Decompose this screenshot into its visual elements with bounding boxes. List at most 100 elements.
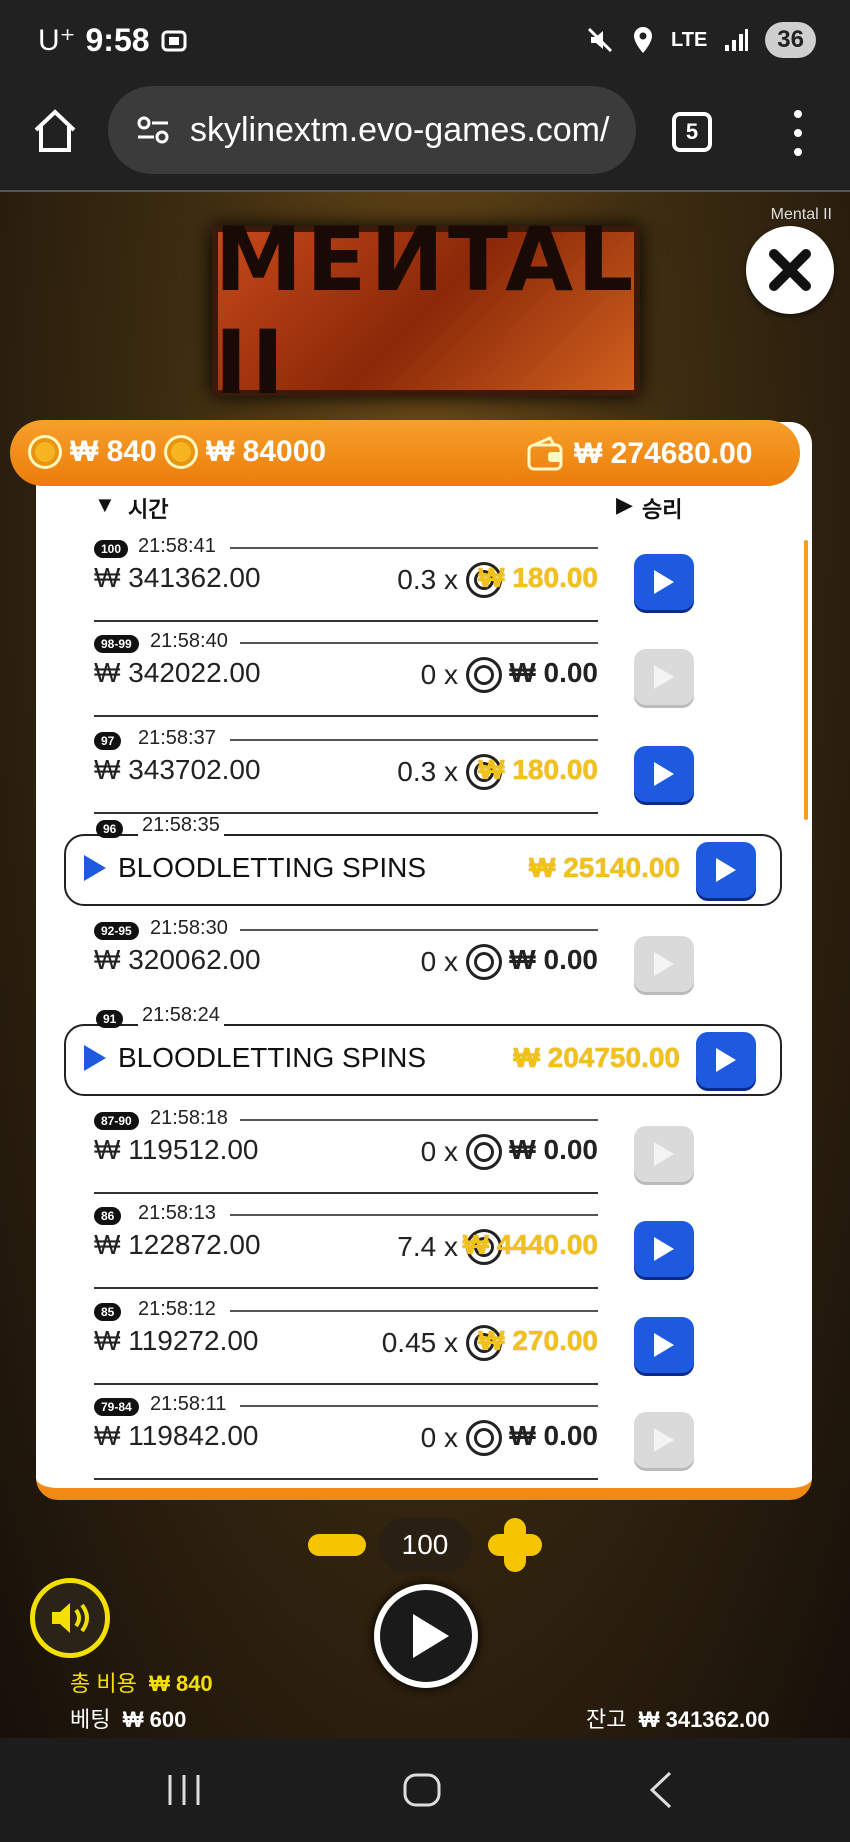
feature-row[interactable]: 96 21:58:35 BLOODLETTING SPINS ₩ 25140.0… <box>64 814 782 906</box>
replay-button[interactable] <box>634 746 694 802</box>
increase-bet-button[interactable] <box>488 1518 542 1572</box>
round-balance: ₩ 341362.00 <box>94 562 261 593</box>
history-row: 98-99 21:58:40 ₩ 342022.00 0 x ₩ 0.00 <box>94 627 716 719</box>
bet-level: 100 <box>378 1518 472 1572</box>
coin-icon <box>466 944 502 980</box>
round-tag: 86 <box>94 1207 122 1225</box>
wallet-icon <box>527 436 563 471</box>
play-icon <box>716 1048 736 1072</box>
round-time: 21:58:11 <box>150 1393 227 1415</box>
location-icon <box>634 27 652 53</box>
game-logo: MEИTAL II <box>212 208 640 414</box>
tune-icon[interactable] <box>136 115 170 145</box>
round-tag: 91 <box>96 1010 124 1028</box>
coin-icon <box>28 435 62 469</box>
coin-icon <box>466 1420 502 1456</box>
play-icon <box>654 1428 674 1452</box>
round-time: 21:58:24 <box>138 1004 224 1027</box>
home-nav-icon[interactable] <box>402 1772 442 1808</box>
mute-icon <box>587 27 613 53</box>
more-menu-icon[interactable] <box>788 110 808 156</box>
wallet-balance: ₩ 274680.00 <box>574 437 753 470</box>
history-row: 97 21:58:37 ₩ 343702.00 0.3 x ₩ 180.00 <box>94 724 716 816</box>
round-time: 21:58:12 <box>138 1298 216 1320</box>
replay-button[interactable] <box>696 1032 756 1088</box>
round-time: 21:58:30 <box>150 917 228 939</box>
replay-button[interactable] <box>634 649 694 705</box>
play-icon <box>654 1237 674 1261</box>
tabs-button[interactable]: 5 <box>672 112 712 152</box>
carrier-label: U⁺ <box>38 24 76 57</box>
play-icon <box>84 1045 106 1071</box>
game-name: Mental II <box>770 206 832 223</box>
play-icon <box>654 952 674 976</box>
play-icon <box>654 1333 674 1357</box>
home-icon[interactable] <box>30 106 80 156</box>
coin-icon <box>164 435 198 469</box>
coin-total: ₩ 84000 <box>206 435 327 468</box>
sort-down-icon[interactable]: ▼ <box>94 492 116 518</box>
play-icon <box>413 1614 449 1658</box>
replay-button[interactable] <box>634 1412 694 1468</box>
feature-label: BLOODLETTING SPINS <box>118 852 427 883</box>
close-button[interactable] <box>746 226 834 314</box>
spin-button[interactable] <box>374 1584 478 1688</box>
round-win: ₩ 0.00 <box>509 657 598 688</box>
play-icon <box>716 858 736 882</box>
round-tag: 97 <box>94 732 122 750</box>
balance-bar: ₩ 840 ₩ 84000 ₩ 274680.00 <box>10 420 800 486</box>
round-time: 21:58:41 <box>138 535 216 557</box>
round-multiplier: 0 x <box>420 1136 458 1167</box>
history-row: 92-95 21:58:30 ₩ 320062.00 0 x ₩ 0.00 <box>94 914 716 1006</box>
sort-right-icon[interactable]: ▶ <box>616 492 633 518</box>
sound-button[interactable] <box>30 1578 110 1658</box>
battery-level: 36 <box>765 22 816 58</box>
win-column-header[interactable]: 승리 <box>642 492 682 524</box>
feature-row[interactable]: 91 21:58:24 BLOODLETTING SPINS ₩ 204750.… <box>64 1004 782 1096</box>
round-balance: ₩ 320062.00 <box>94 944 261 975</box>
round-balance: ₩ 343702.00 <box>94 754 261 785</box>
round-balance: ₩ 122872.00 <box>94 1229 261 1260</box>
coin-bet: ₩ 840 <box>70 435 157 468</box>
round-win: ₩ 0.00 <box>509 1134 598 1165</box>
play-icon <box>654 665 674 689</box>
round-multiplier: 0 x <box>420 659 458 690</box>
round-multiplier: 0 x <box>420 1422 458 1453</box>
round-tag: 92-95 <box>94 922 139 940</box>
feature-label: BLOODLETTING SPINS <box>118 1042 427 1073</box>
replay-button[interactable] <box>634 1126 694 1182</box>
url-bar[interactable]: skylinextm.evo-games.com/ <box>108 86 636 174</box>
history-row: 79-84 21:58:11 ₩ 119842.00 0 x ₩ 0.00 <box>94 1390 716 1482</box>
history-row: 85 21:58:12 ₩ 119272.00 0.45 x ₩ 270.00 <box>94 1295 716 1387</box>
back-icon[interactable] <box>646 1770 674 1810</box>
replay-button[interactable] <box>634 1221 694 1277</box>
round-multiplier: 7.4 x <box>397 1231 458 1262</box>
play-icon <box>654 1142 674 1166</box>
bet-amount: 베팅 ₩ 600 <box>70 1707 187 1732</box>
round-tag: 79-84 <box>94 1398 139 1416</box>
history-row: 100 21:58:41 ₩ 341362.00 0.3 x ₩ 180.00 <box>94 532 716 624</box>
url-text: skylinextm.evo-games.com/ <box>190 110 610 149</box>
round-balance: ₩ 342022.00 <box>94 657 261 688</box>
round-balance: ₩ 119842.00 <box>94 1420 259 1451</box>
coin-icon <box>466 1134 502 1170</box>
screenshot-icon <box>161 30 187 51</box>
round-tag: 87-90 <box>94 1112 139 1130</box>
decrease-bet-button[interactable] <box>308 1534 366 1556</box>
recent-apps-icon[interactable] <box>166 1772 202 1808</box>
round-multiplier: 0.45 x <box>381 1327 458 1358</box>
round-win: ₩ 25140.00 <box>529 852 680 883</box>
system-nav-bar <box>0 1738 850 1842</box>
game-area: MEИTAL II Mental II ▼ 시간 ▶ 승리 100 21:58:… <box>0 192 850 1738</box>
replay-button[interactable] <box>634 1317 694 1373</box>
round-time: 21:58:37 <box>138 727 216 749</box>
replay-button[interactable] <box>696 842 756 898</box>
replay-button[interactable] <box>634 554 694 610</box>
history-scrollbar[interactable] <box>804 540 808 820</box>
time-column-header[interactable]: 시간 <box>128 492 168 524</box>
round-time: 21:58:40 <box>150 630 228 652</box>
round-win: ₩ 270.00 <box>478 1325 598 1356</box>
round-time: 21:58:13 <box>138 1202 216 1224</box>
replay-button[interactable] <box>634 936 694 992</box>
round-tag: 100 <box>94 540 129 558</box>
